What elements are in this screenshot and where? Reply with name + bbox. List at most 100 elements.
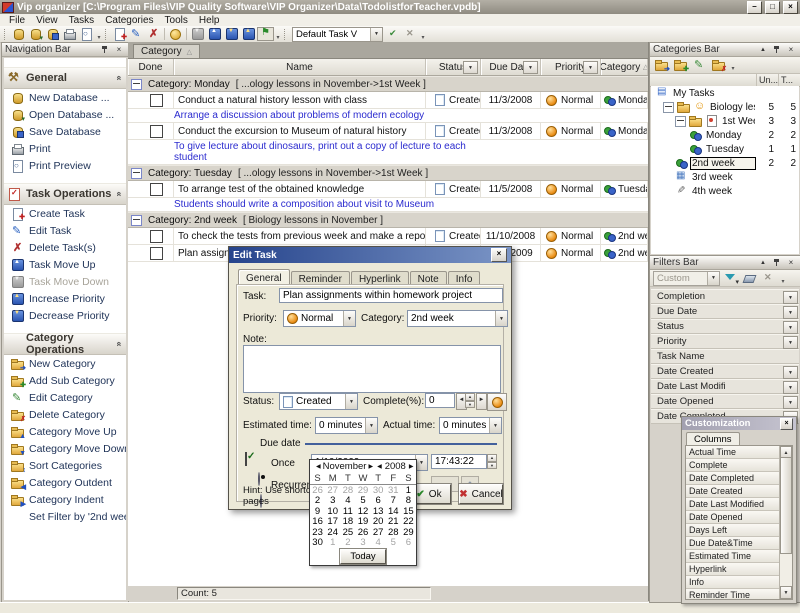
- nav-item[interactable]: Category Move Down: [4, 440, 126, 457]
- nav-section-header[interactable]: Task Operations «: [4, 183, 126, 205]
- calendar-day[interactable]: 21: [386, 517, 401, 528]
- close-customization-button[interactable]: ×: [780, 418, 793, 430]
- combo-dropdown-button[interactable]: [370, 28, 382, 41]
- complete-max-button[interactable]: ►: [476, 393, 487, 410]
- calendar-day[interactable]: 17: [325, 517, 340, 528]
- increase-priority-button[interactable]: [240, 27, 257, 41]
- combo-dropdown-button[interactable]: [343, 311, 355, 326]
- cancel-button[interactable]: ✖ Cancel: [459, 484, 503, 504]
- nav-item[interactable]: Category Indent: [4, 491, 126, 508]
- calendar-day[interactable]: 4: [371, 538, 386, 549]
- filter-row[interactable]: Date Opened: [651, 394, 799, 409]
- calendar-day[interactable]: 28: [386, 527, 401, 538]
- calendar-day[interactable]: 31: [386, 485, 401, 496]
- filter-dropdown-button[interactable]: [783, 381, 798, 394]
- purchase-button[interactable]: [167, 27, 184, 41]
- column-list-item[interactable]: Reminder Time: [686, 589, 780, 600]
- table-row[interactable]: Conduct a natural history lesson with cl…: [128, 92, 648, 109]
- once-radio[interactable]: [258, 472, 260, 486]
- next-month-icon[interactable]: ▶: [366, 463, 375, 470]
- task-note-row[interactable]: Arrange a discussion about problems of m…: [128, 109, 648, 123]
- task-input[interactable]: [279, 288, 503, 303]
- calendar-day[interactable]: 1: [401, 485, 416, 496]
- complete-input[interactable]: [425, 393, 455, 408]
- add-sub-category-button[interactable]: [672, 58, 689, 72]
- minimize-button[interactable]: –: [747, 1, 762, 14]
- priority-filter-button[interactable]: [583, 61, 598, 74]
- delete-task-button[interactable]: [145, 27, 162, 41]
- column-header-total[interactable]: T...: [778, 74, 800, 86]
- tree-item[interactable]: Tuesday 1 1: [651, 142, 799, 156]
- delete-category-button[interactable]: [710, 58, 727, 72]
- collapse-node-icon[interactable]: [675, 116, 686, 127]
- new-database-button[interactable]: [10, 27, 27, 41]
- due-date-filter-button[interactable]: [523, 61, 538, 74]
- collapse-panel-button[interactable]: ▲: [757, 257, 769, 268]
- new-category-button[interactable]: [653, 58, 670, 72]
- filter-dropdown-button[interactable]: [783, 336, 798, 349]
- calendar-day[interactable]: 26: [310, 485, 325, 496]
- nav-item[interactable]: Delete Category: [4, 406, 126, 423]
- calendar-day[interactable]: 2: [310, 496, 325, 507]
- toolbar-overflow-chevron[interactable]: ▾: [95, 28, 103, 41]
- calendar-day[interactable]: 10: [325, 506, 340, 517]
- filter-row[interactable]: Priority: [651, 334, 799, 349]
- column-list-item[interactable]: Actual Time: [686, 446, 780, 459]
- column-list-item[interactable]: Complete: [686, 459, 780, 472]
- nav-section-header[interactable]: General «: [4, 67, 126, 89]
- calendar-day[interactable]: 28: [340, 485, 355, 496]
- calendar-day[interactable]: 15: [401, 506, 416, 517]
- column-list-item[interactable]: Date Created: [686, 485, 780, 498]
- actual-time-combo[interactable]: 0 minutes: [439, 417, 502, 434]
- clear-view-button[interactable]: [402, 27, 419, 41]
- toolbar-overflow-chevron[interactable]: ▾: [274, 28, 282, 41]
- task-view-combo[interactable]: Default Task V: [292, 27, 383, 42]
- tree-item[interactable]: 4th week: [651, 184, 799, 198]
- column-list-item[interactable]: Due Date&Time: [686, 537, 780, 550]
- column-header-name[interactable]: Name: [174, 59, 426, 75]
- nav-item[interactable]: Edit Category: [4, 389, 126, 406]
- nav-item[interactable]: Create Task: [4, 205, 126, 222]
- filter-row[interactable]: Due Date: [651, 304, 799, 319]
- done-checkbox[interactable]: [150, 183, 163, 196]
- column-list-item[interactable]: Date Completed: [686, 472, 780, 485]
- filter-dropdown-button[interactable]: [783, 321, 798, 334]
- calendar-day[interactable]: 11: [340, 506, 355, 517]
- collapse-chevron-icon[interactable]: «: [114, 341, 124, 346]
- complete-reset-button[interactable]: [487, 393, 507, 411]
- nav-item[interactable]: Print: [4, 140, 126, 157]
- nav-item[interactable]: New Category: [4, 355, 126, 372]
- column-header-category[interactable]: Category △: [601, 59, 648, 75]
- calendar-day[interactable]: 27: [371, 527, 386, 538]
- nav-item[interactable]: Set Filter by '2nd week': [4, 508, 126, 525]
- nav-item[interactable]: Sort Categories: [4, 457, 126, 474]
- today-button[interactable]: Today: [340, 549, 386, 564]
- priority-combo[interactable]: Normal: [283, 310, 356, 327]
- done-checkbox[interactable]: [150, 230, 163, 243]
- calendar-day[interactable]: 3: [355, 538, 370, 549]
- toolbar-grip[interactable]: [105, 29, 109, 40]
- calendar-day[interactable]: 30: [310, 538, 325, 549]
- nav-item[interactable]: Edit Task: [4, 222, 126, 239]
- calendar-day[interactable]: 9: [310, 506, 325, 517]
- calendar-day[interactable]: 5: [386, 538, 401, 549]
- nav-item[interactable]: Add Sub Category: [4, 372, 126, 389]
- filter-dropdown-button[interactable]: [783, 291, 798, 304]
- create-task-button[interactable]: [111, 27, 128, 41]
- group-row[interactable]: Category: Tuesday [ ...ology lessons in …: [128, 165, 648, 181]
- pin-button[interactable]: [771, 257, 783, 268]
- calendar-day[interactable]: 23: [310, 527, 325, 538]
- calendar-day[interactable]: 19: [355, 517, 370, 528]
- previous-year-icon[interactable]: ◀: [375, 463, 384, 470]
- table-row[interactable]: Conduct the excursion to Museum of natur…: [128, 123, 648, 140]
- tree-item[interactable]: My Tasks: [651, 86, 799, 100]
- calendar-day[interactable]: 20: [371, 517, 386, 528]
- tree-item[interactable]: 1st Week 3 3: [651, 114, 799, 128]
- restore-button[interactable]: □: [765, 1, 780, 14]
- column-list-item[interactable]: Estimated Time: [686, 550, 780, 563]
- filter-row[interactable]: Completion: [651, 289, 799, 304]
- tree-item[interactable]: 3rd week: [651, 170, 799, 184]
- calendar-day[interactable]: 2: [340, 538, 355, 549]
- calendar-day[interactable]: 5: [355, 496, 370, 507]
- previous-month-icon[interactable]: ◀: [314, 463, 323, 470]
